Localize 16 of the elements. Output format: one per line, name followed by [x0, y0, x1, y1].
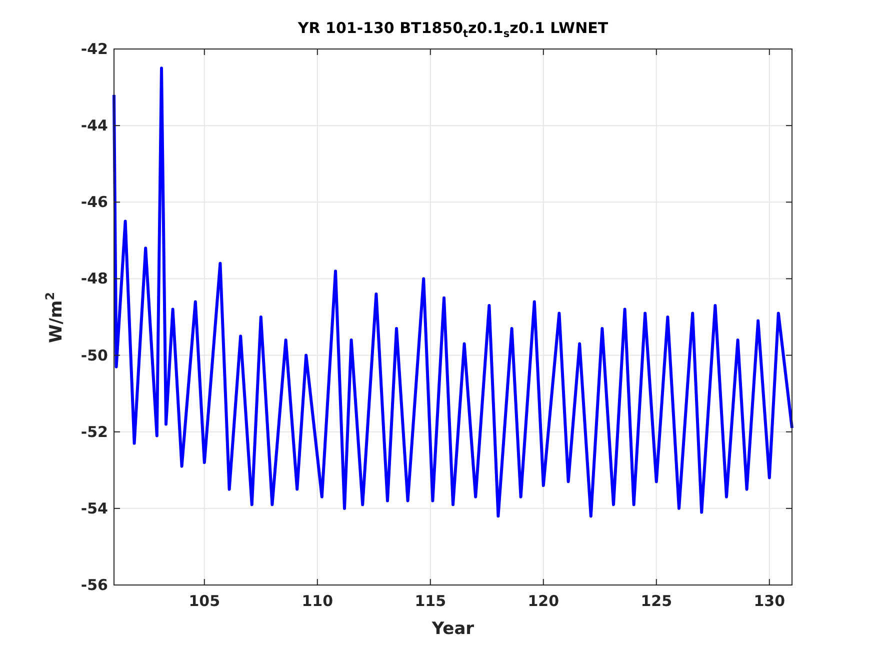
x-tick-label: 105 [188, 592, 220, 610]
x-tick-label: 110 [302, 592, 334, 610]
y-tick-label: -48 [80, 270, 108, 288]
x-tick-label: 125 [640, 592, 672, 610]
y-tick-label: -42 [80, 40, 108, 58]
x-axis-label: Year [432, 619, 474, 639]
x-tick-label: 115 [414, 592, 446, 610]
y-tick-label: -52 [80, 422, 108, 441]
x-tick-label: 130 [754, 592, 786, 610]
y-tick-label: -44 [80, 116, 108, 135]
y-tick-label: -46 [80, 193, 108, 212]
y-tick-label: -50 [80, 346, 108, 364]
y-tick-label: -54 [80, 499, 108, 518]
x-tick-label: 120 [528, 592, 560, 610]
chart-title: YR 101-130 BT1850$_{t}$z0.1$_{s}$z0.1 LWNET [298, 19, 608, 40]
y-tick-label: -56 [80, 576, 108, 594]
